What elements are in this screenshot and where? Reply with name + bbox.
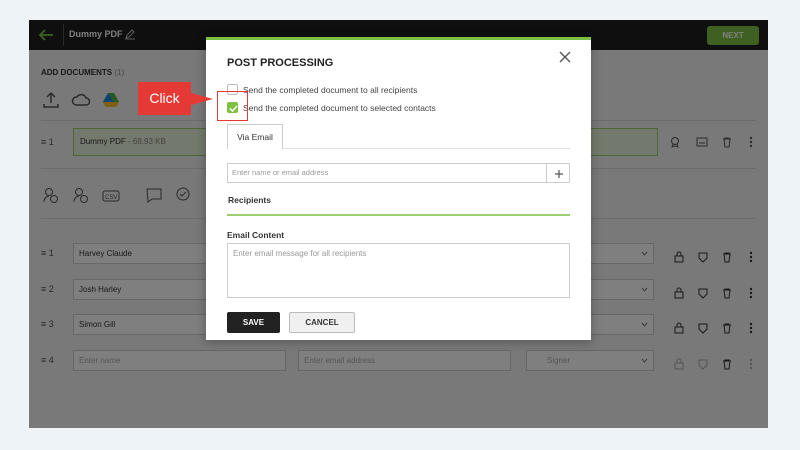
click-highlight-box [217,91,248,121]
plus-icon [555,170,563,178]
email-content-label: Email Content [227,230,285,240]
callout-arrow [191,93,213,105]
save-button[interactable]: SAVE [227,312,280,333]
modal-title: POST PROCESSING [227,57,334,69]
recipient-search-input[interactable]: Enter name or email address [227,163,547,183]
post-processing-modal: POST PROCESSING Send the completed docum… [206,37,591,340]
cancel-button[interactable]: CANCEL [289,312,355,333]
option-all-label: Send the completed document to all recip… [243,85,418,95]
option-selected-label: Send the completed document to selected … [243,103,436,113]
recipients-divider [227,214,570,216]
recipients-label: Recipients [228,195,271,205]
tab-via-email[interactable]: Via Email [227,124,283,149]
add-recipient-button[interactable] [546,163,570,183]
click-callout: Click [138,82,191,115]
tab-divider [283,148,570,149]
close-icon[interactable] [558,50,572,64]
email-content-textarea[interactable]: Enter email message for all recipients [227,243,570,298]
